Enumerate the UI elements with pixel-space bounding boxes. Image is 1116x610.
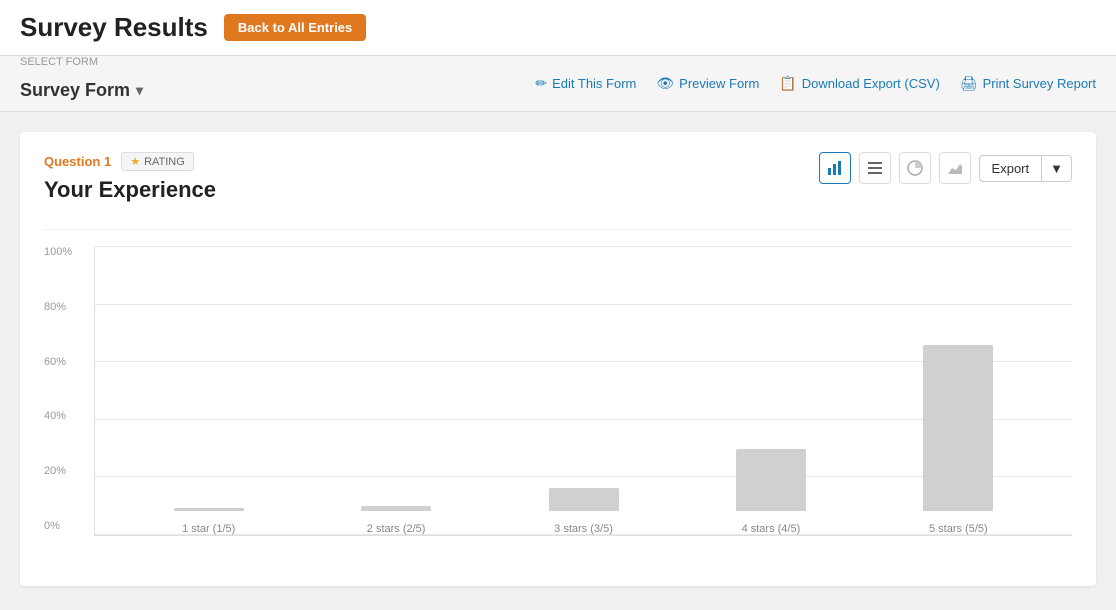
y-label-100: 100%: [44, 246, 72, 258]
question-title: Your Experience: [44, 177, 216, 203]
chart-area: 0% 20% 40% 60% 80% 100% 1 star (1/5) 2 st…: [44, 246, 1072, 566]
y-label-0: 0%: [44, 520, 72, 532]
list-chart-icon-btn[interactable]: [859, 152, 891, 184]
bar-group: 2 stars (2/5): [302, 506, 489, 535]
y-label-80: 80%: [44, 301, 72, 313]
y-label-60: 60%: [44, 356, 72, 368]
export-dropdown[interactable]: Export ▼: [979, 155, 1072, 182]
bar-group: 1 star (1/5): [115, 508, 302, 535]
bar-x-label: 5 stars (5/5): [929, 523, 988, 535]
form-name: Survey Form: [20, 80, 130, 101]
download-export-label: Download Export (CSV): [802, 76, 940, 91]
preview-form-link[interactable]: 👁 Preview Form: [656, 75, 759, 92]
bar: [736, 449, 806, 511]
back-to-all-entries-button[interactable]: Back to All Entries: [224, 14, 366, 41]
download-export-link[interactable]: 📋 Download Export (CSV): [779, 75, 939, 92]
bar-x-label: 1 star (1/5): [182, 523, 235, 535]
export-chevron-icon: ▼: [1042, 156, 1071, 181]
toolbar-actions: ✏ Edit This Form 👁 Preview Form 📋 Downlo…: [535, 75, 1096, 92]
bar: [174, 508, 244, 511]
area-chart-icon-btn[interactable]: [939, 152, 971, 184]
bar-group: 5 stars (5/5): [865, 345, 1052, 535]
rating-badge: ★ RATING: [121, 152, 194, 171]
question-number: Question 1: [44, 154, 111, 169]
y-label-20: 20%: [44, 465, 72, 477]
bar-x-label: 3 stars (3/5): [554, 523, 613, 535]
select-form-label: SELECT FORM: [20, 56, 143, 68]
bar-group: 4 stars (4/5): [677, 449, 864, 535]
y-label-40: 40%: [44, 410, 72, 422]
edit-form-link[interactable]: ✏ Edit This Form: [535, 75, 636, 92]
preview-form-label: Preview Form: [679, 76, 759, 91]
form-selector[interactable]: Survey Form ▾: [20, 70, 143, 111]
print-survey-link[interactable]: 🖨 Print Survey Report: [960, 75, 1096, 92]
chart-inner: 1 star (1/5) 2 stars (2/5) 3 stars (3/5) 4 …: [94, 246, 1072, 536]
pie-chart-icon-btn[interactable]: [899, 152, 931, 184]
question-header: Question 1 ★ RATING: [44, 152, 216, 171]
edit-icon: ✏: [535, 75, 547, 92]
edit-form-label: Edit This Form: [552, 76, 636, 91]
bar-group: 3 stars (3/5): [490, 488, 677, 535]
bar-x-label: 2 stars (2/5): [367, 523, 426, 535]
bar-x-label: 4 stars (4/5): [742, 523, 801, 535]
question-info: Question 1 ★ RATING Your Experience: [44, 152, 216, 219]
bar: [923, 345, 993, 511]
print-icon: 🖨: [960, 75, 978, 92]
chart-controls: Export ▼: [819, 152, 1072, 184]
bars-container: 1 star (1/5) 2 stars (2/5) 3 stars (3/5) 4 …: [95, 246, 1072, 535]
chevron-down-icon: ▾: [136, 82, 143, 99]
bar: [549, 488, 619, 511]
form-selector-area: SELECT FORM Survey Form ▾: [20, 56, 143, 111]
header-bar: Survey Results Back to All Entries: [0, 0, 1116, 56]
y-axis-labels: 0% 20% 40% 60% 80% 100%: [44, 246, 72, 536]
export-label: Export: [980, 156, 1043, 181]
page-title: Survey Results: [20, 12, 208, 43]
print-survey-label: Print Survey Report: [983, 76, 1096, 91]
main-content: Question 1 ★ RATING Your Experience: [0, 112, 1116, 606]
divider: [44, 229, 1072, 230]
toolbar-bar: SELECT FORM Survey Form ▾ ✏ Edit This Fo…: [0, 56, 1116, 112]
bar-chart-icon-btn[interactable]: [819, 152, 851, 184]
star-icon: ★: [130, 155, 140, 168]
download-icon: 📋: [779, 75, 796, 92]
eye-icon: 👁: [656, 75, 674, 92]
bar: [361, 506, 431, 511]
rating-label: RATING: [144, 156, 185, 168]
question-card: Question 1 ★ RATING Your Experience: [20, 132, 1096, 586]
